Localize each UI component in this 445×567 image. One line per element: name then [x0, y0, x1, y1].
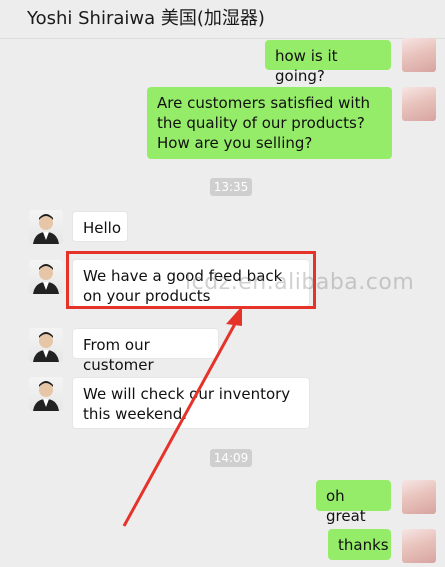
- message-bubble-contact[interactable]: From our customer: [72, 328, 219, 374]
- message-text: Are customers satisfied with the quality…: [157, 94, 370, 152]
- message-bubble-contact[interactable]: Hello: [72, 211, 128, 242]
- self-avatar[interactable]: [402, 480, 436, 514]
- message-bubble-self[interactable]: Are customers satisfied with the quality…: [147, 87, 392, 159]
- message-text: We will check our inventory this weekend…: [83, 385, 291, 423]
- message-text: how is it going?: [275, 47, 338, 85]
- message-bubble-self[interactable]: how is it going?: [265, 40, 391, 85]
- person-icon: [33, 332, 59, 362]
- contact-avatar[interactable]: [29, 260, 63, 294]
- chat-header: Yoshi Shiraiwa 美国(加湿器): [0, 0, 445, 39]
- contact-avatar[interactable]: [29, 328, 63, 362]
- message-bubble-contact[interactable]: We will check our inventory this weekend…: [72, 377, 310, 429]
- chat-title: Yoshi Shiraiwa 美国(加湿器): [27, 8, 265, 29]
- self-avatar[interactable]: [402, 38, 436, 72]
- person-icon: [33, 381, 59, 411]
- self-avatar[interactable]: [402, 529, 436, 563]
- timestamp: 13:35: [210, 178, 252, 196]
- person-icon: [33, 264, 59, 294]
- message-text: thanks: [338, 536, 389, 554]
- message-bubble-self[interactable]: thanks: [328, 529, 391, 560]
- message-text: oh great: [326, 487, 366, 525]
- message-text: Hello: [83, 219, 122, 237]
- self-avatar[interactable]: [402, 87, 436, 121]
- contact-avatar[interactable]: [29, 210, 63, 244]
- message-bubble-self[interactable]: oh great: [316, 480, 391, 525]
- watermark: lcdz.en.alibaba.com: [185, 270, 415, 295]
- person-icon: [33, 214, 59, 244]
- message-text: From our customer: [83, 336, 154, 374]
- contact-avatar[interactable]: [29, 377, 63, 411]
- timestamp: 14:09: [210, 449, 252, 467]
